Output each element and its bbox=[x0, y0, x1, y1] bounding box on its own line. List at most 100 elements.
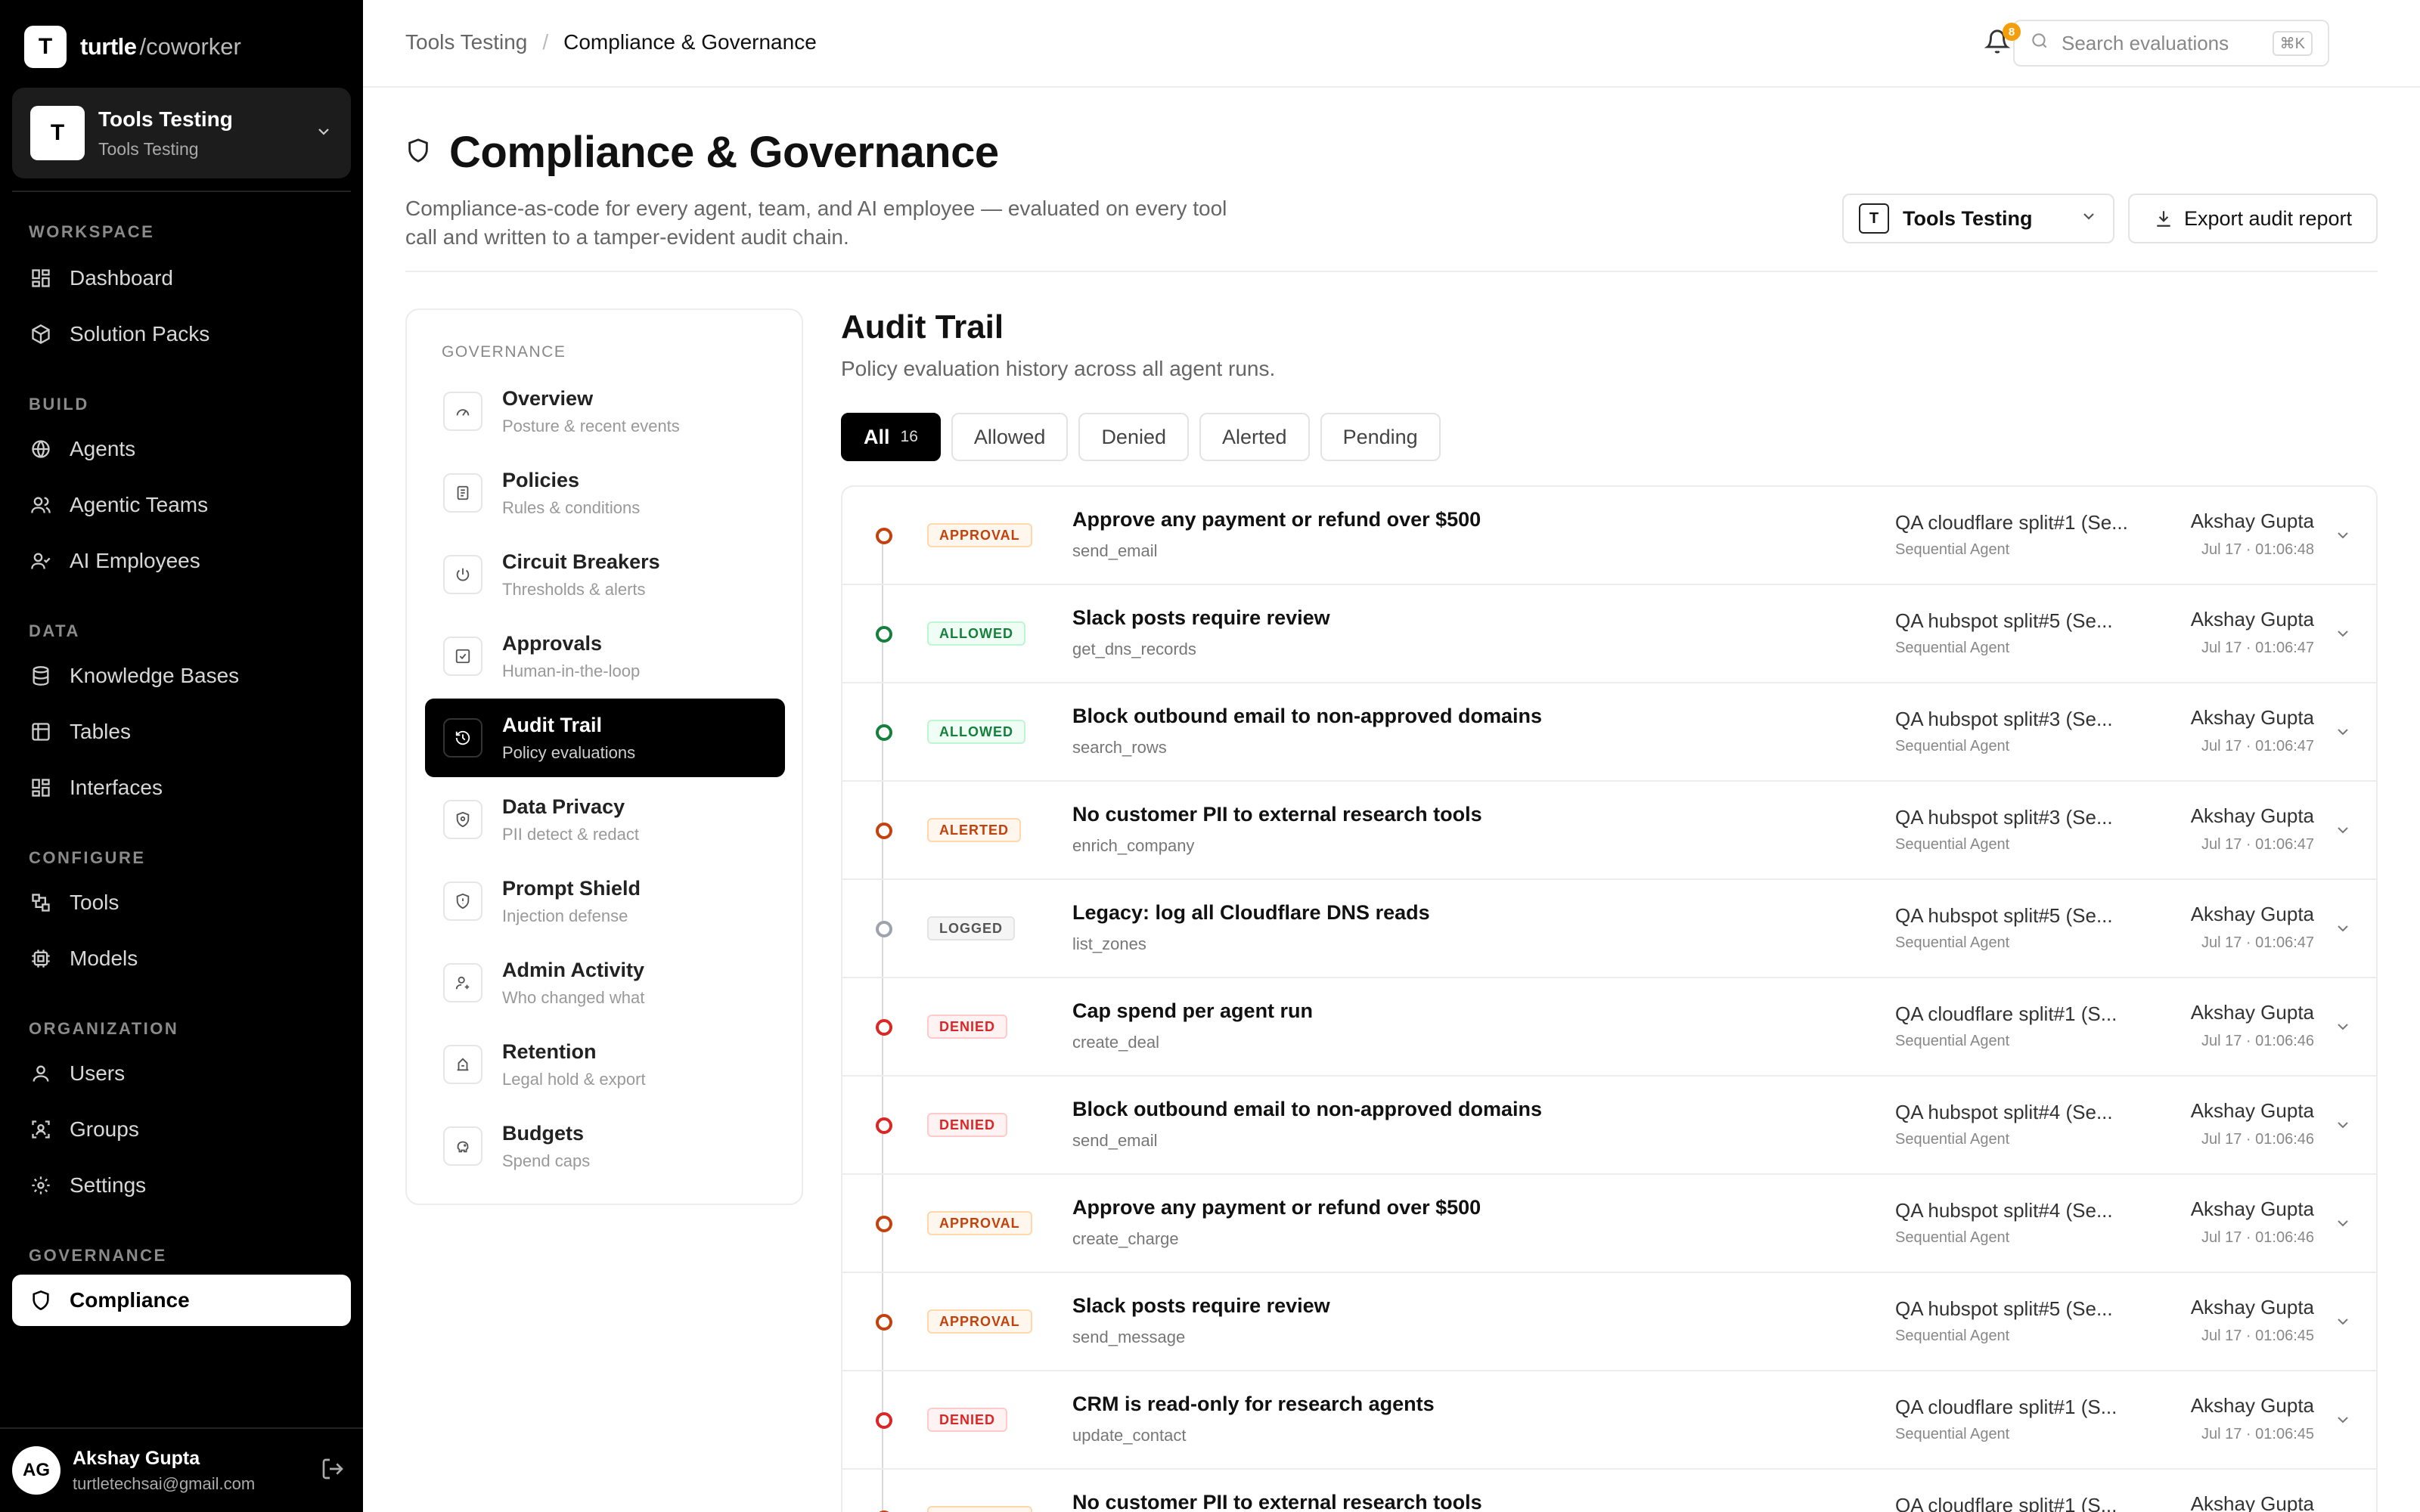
policy-name: Slack posts require review bbox=[1072, 606, 1330, 629]
chevron-down-icon[interactable] bbox=[2334, 821, 2352, 843]
gov-item-sub: Thresholds & alerts bbox=[502, 579, 646, 599]
sidebar-item-ai-employees[interactable]: AI Employees bbox=[12, 535, 351, 587]
gov-item-data-privacy[interactable]: Data Privacy PII detect & redact bbox=[425, 780, 785, 859]
sidebar-item-tools[interactable]: Tools bbox=[12, 877, 351, 928]
tab-pending[interactable]: Pending bbox=[1320, 413, 1441, 461]
sidebar-item-label: Settings bbox=[70, 1173, 147, 1197]
user-name: Akshay Gupta bbox=[2190, 804, 2314, 827]
sidebar-item-label: Solution Packs bbox=[70, 322, 210, 345]
timestamp: Jul 17 · 01:06:46 bbox=[2201, 1033, 2314, 1049]
gov-item-overview[interactable]: Overview Posture & recent events bbox=[425, 372, 785, 451]
gov-item-title: Circuit Breakers bbox=[502, 550, 660, 573]
audit-row[interactable]: APPROVAL No customer PII to external rese… bbox=[842, 1470, 2376, 1512]
logout-icon[interactable] bbox=[321, 1457, 345, 1485]
audit-row[interactable]: APPROVAL Slack posts require review send_m… bbox=[842, 1273, 2376, 1371]
sidebar-item-groups[interactable]: Groups bbox=[12, 1104, 351, 1155]
audit-row[interactable]: LOGGED Legacy: log all Cloudflare DNS rea… bbox=[842, 880, 2376, 978]
sidebar-item-settings[interactable]: Settings bbox=[12, 1160, 351, 1211]
sidebar-item-models[interactable]: Models bbox=[12, 933, 351, 984]
sidebar-item-knowledge-bases[interactable]: Knowledge Bases bbox=[12, 650, 351, 702]
workspace-select[interactable]: T Tools Testing bbox=[1842, 194, 2114, 243]
breadcrumb-current: Compliance & Governance bbox=[563, 30, 817, 54]
timestamp: Jul 17 · 01:06:45 bbox=[2201, 1426, 2314, 1442]
sidebar-item-compliance[interactable]: Compliance bbox=[12, 1275, 351, 1326]
package-icon bbox=[27, 321, 54, 348]
sidebar-item-tables[interactable]: Tables bbox=[12, 706, 351, 758]
audit-row[interactable]: APPROVAL Approve any payment or refund ov… bbox=[842, 487, 2376, 585]
gov-item-audit-trail[interactable]: Audit Trail Policy evaluations bbox=[425, 699, 785, 777]
export-audit-report-button[interactable]: Export audit report bbox=[2128, 194, 2378, 243]
gov-item-prompt-shield[interactable]: Prompt Shield Injection defense bbox=[425, 862, 785, 940]
audit-trail-title: Audit Trail bbox=[841, 308, 1004, 345]
chevron-down-icon[interactable] bbox=[2334, 1214, 2352, 1236]
tab-alerted[interactable]: Alerted bbox=[1199, 413, 1310, 461]
tool-name: list_zones bbox=[1072, 934, 1146, 953]
tool-name: create_charge bbox=[1072, 1229, 1179, 1248]
sidebar-item-label: Users bbox=[70, 1061, 126, 1085]
gov-item-budgets[interactable]: Budgets Spend caps bbox=[425, 1107, 785, 1185]
status-badge: ALLOWED bbox=[927, 621, 1025, 646]
sidebar-divider bbox=[12, 191, 351, 192]
audit-row[interactable]: DENIED Cap spend per agent run create_deal… bbox=[842, 978, 2376, 1077]
audit-row[interactable]: APPROVAL Approve any payment or refund ov… bbox=[842, 1175, 2376, 1273]
brand[interactable]: T turtle /coworker bbox=[24, 26, 241, 68]
search-icon bbox=[2030, 31, 2049, 56]
sidebar-item-dashboard[interactable]: Dashboard bbox=[12, 253, 351, 304]
current-user[interactable]: AG Akshay Gupta turtletechsai@gmail.com bbox=[0, 1427, 363, 1512]
sidebar-item-label: Dashboard bbox=[70, 266, 173, 290]
sidebar-item-users[interactable]: Users bbox=[12, 1048, 351, 1099]
chevron-down-icon[interactable] bbox=[2334, 1411, 2352, 1433]
audit-row[interactable]: ALLOWED Block outbound email to non-appro… bbox=[842, 683, 2376, 782]
gov-item-policies[interactable]: Policies Rules & conditions bbox=[425, 454, 785, 532]
policy-name: Block outbound email to non-approved dom… bbox=[1072, 1098, 1543, 1120]
agent-name: QA cloudflare split#1 (S... bbox=[1895, 1002, 2118, 1025]
gov-item-title: Data Privacy bbox=[502, 795, 625, 818]
chevron-down-icon[interactable] bbox=[2334, 1116, 2352, 1138]
gov-item-title: Overview bbox=[502, 386, 594, 410]
policy-name: CRM is read-only for research agents bbox=[1072, 1393, 1435, 1415]
agent-type: Sequential Agent bbox=[1895, 1033, 2010, 1049]
timestamp: Jul 17 · 01:06:46 bbox=[2201, 1131, 2314, 1148]
user-icon bbox=[27, 1060, 54, 1087]
chevron-down-icon[interactable] bbox=[2334, 624, 2352, 646]
audit-row[interactable]: ALLOWED Slack posts require review get_dns… bbox=[842, 585, 2376, 683]
sidebar-item-interfaces[interactable]: Interfaces bbox=[12, 762, 351, 813]
chevron-down-icon[interactable] bbox=[2334, 526, 2352, 548]
status-badge: LOGGED bbox=[927, 916, 1016, 940]
sidebar-item-agents[interactable]: Agents bbox=[12, 423, 351, 475]
sidebar-item-label: Agentic Teams bbox=[70, 493, 209, 516]
agent-name: QA hubspot split#4 (Se... bbox=[1895, 1101, 2113, 1123]
tab-denied[interactable]: Denied bbox=[1078, 413, 1189, 461]
agent-type: Sequential Agent bbox=[1895, 738, 2010, 754]
gov-item-sub: Posture & recent events bbox=[502, 416, 680, 435]
status-dot bbox=[876, 1019, 892, 1036]
search-input[interactable]: Search evaluations ⌘K bbox=[2013, 20, 2329, 67]
gov-item-approvals[interactable]: Approvals Human-in-the-loop bbox=[425, 617, 785, 696]
chevron-down-icon[interactable] bbox=[2334, 1018, 2352, 1040]
chevron-down-icon[interactable] bbox=[2334, 723, 2352, 745]
chevron-down-icon[interactable] bbox=[2334, 1509, 2352, 1512]
tab-count: 16 bbox=[900, 428, 918, 445]
tab-allowed[interactable]: Allowed bbox=[951, 413, 1069, 461]
gov-item-retention[interactable]: Retention Legal hold & export bbox=[425, 1025, 785, 1104]
breadcrumb-parent[interactable]: Tools Testing bbox=[405, 30, 527, 54]
left-sidebar: T turtle /coworker T Tools Testing Tools… bbox=[0, 0, 363, 1512]
workspace-switcher[interactable]: T Tools Testing Tools Testing bbox=[12, 88, 351, 178]
policy-name: Legacy: log all Cloudflare DNS reads bbox=[1072, 901, 1430, 924]
audit-row[interactable]: DENIED Block outbound email to non-approv… bbox=[842, 1077, 2376, 1175]
piggy-bank-icon bbox=[443, 1126, 482, 1166]
gov-item-admin-activity[interactable]: Admin Activity Who changed what bbox=[425, 943, 785, 1022]
gov-item-circuit-breakers[interactable]: Circuit Breakers Thresholds & alerts bbox=[425, 535, 785, 614]
chevron-down-icon[interactable] bbox=[2334, 1312, 2352, 1334]
gov-item-sub: Spend caps bbox=[502, 1151, 591, 1170]
tab-all[interactable]: All 16 bbox=[841, 413, 941, 461]
brand-name: turtle bbox=[80, 33, 137, 60]
sidebar-item-agentic-teams[interactable]: Agentic Teams bbox=[12, 479, 351, 531]
chevron-down-icon[interactable] bbox=[2334, 919, 2352, 941]
audit-row[interactable]: ALERTED No customer PII to external resea… bbox=[842, 782, 2376, 880]
agent-name: QA hubspot split#3 (Se... bbox=[1895, 806, 2113, 829]
audit-row[interactable]: DENIED CRM is read-only for research agen… bbox=[842, 1371, 2376, 1470]
policy-name: Slack posts require review bbox=[1072, 1294, 1330, 1317]
sidebar-item-solution-packs[interactable]: Solution Packs bbox=[12, 308, 351, 360]
gauge-icon bbox=[443, 392, 482, 431]
